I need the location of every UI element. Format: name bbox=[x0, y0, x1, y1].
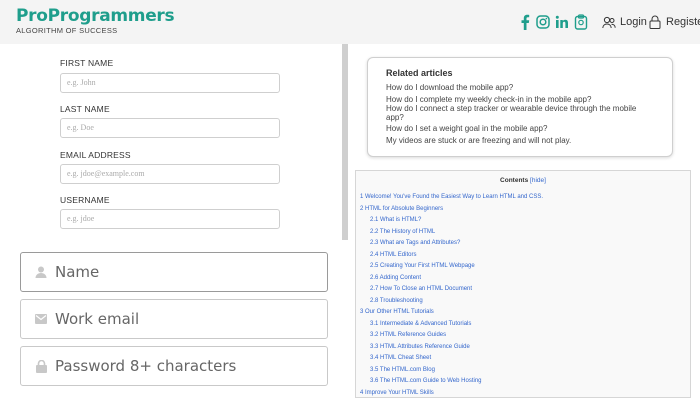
name-placeholder: Name bbox=[55, 263, 100, 281]
toc-item[interactable]: 3 Our Other HTML Tutorials bbox=[360, 307, 686, 319]
toc-header: Contents [hide] bbox=[360, 177, 686, 184]
logo-subtitle: ALGORITHM OF SUCCESS bbox=[16, 26, 118, 35]
related-article-link[interactable]: How do I download the mobile app? bbox=[386, 82, 654, 94]
facebook-icon[interactable] bbox=[516, 13, 534, 31]
email-address-input[interactable]: e.g. jdoe@example.com bbox=[60, 164, 280, 184]
toc-item[interactable]: 3.4 HTML Cheat Sheet bbox=[360, 353, 686, 365]
lock-icon bbox=[35, 359, 47, 373]
toc-item[interactable]: 4 Improve Your HTML Skills bbox=[360, 388, 686, 400]
related-article-link[interactable]: How do I set a weight goal in the mobile… bbox=[386, 123, 654, 135]
related-articles-title: Related articles bbox=[386, 68, 453, 78]
related-article-link[interactable]: How do I connect a step tracker or weara… bbox=[386, 104, 654, 122]
login-label: Login bbox=[620, 16, 647, 28]
site-header: ProProgrammers ALGORITHM OF SUCCESS Logi… bbox=[0, 0, 700, 44]
linkedin-icon[interactable] bbox=[553, 13, 571, 31]
password-placeholder: Password 8+ characters bbox=[55, 357, 237, 375]
name-field[interactable]: Name bbox=[20, 252, 328, 292]
toc-item[interactable]: 2.6 Adding Content bbox=[360, 273, 686, 285]
toc-list: 1 Welcome! You've Found the Easiest Way … bbox=[360, 192, 686, 399]
user-icon bbox=[35, 266, 47, 278]
work-email-placeholder: Work email bbox=[55, 310, 140, 328]
toc-title: Contents bbox=[500, 177, 529, 184]
toc-item[interactable]: 3.6 The HTML.com Guide to Web Hosting bbox=[360, 376, 686, 388]
toc-item[interactable]: 1 Welcome! You've Found the Easiest Way … bbox=[360, 192, 686, 204]
first-name-label: FIRST NAME bbox=[60, 58, 114, 68]
last-name-label: LAST NAME bbox=[60, 104, 110, 114]
login-link[interactable]: Login bbox=[602, 15, 647, 29]
lock-icon bbox=[648, 15, 662, 29]
users-icon bbox=[602, 15, 616, 29]
toc-item[interactable]: 2.3 What are Tags and Attributes? bbox=[360, 238, 686, 250]
toc-item[interactable]: 2.1 What is HTML? bbox=[360, 215, 686, 227]
related-article-link[interactable]: My videos are stuck or are freezing and … bbox=[386, 135, 654, 147]
clipboard-icon[interactable] bbox=[572, 13, 590, 31]
work-email-field[interactable]: Work email bbox=[20, 299, 328, 339]
scrollbar-divider[interactable] bbox=[342, 44, 348, 240]
envelope-icon bbox=[35, 313, 47, 325]
toc-item[interactable]: 2.2 The History of HTML bbox=[360, 227, 686, 239]
toc-item[interactable]: 2 HTML for Absolute Beginners bbox=[360, 204, 686, 216]
password-field[interactable]: Password 8+ characters bbox=[20, 346, 328, 386]
email-address-label: EMAIL ADDRESS bbox=[60, 150, 131, 160]
instagram-icon[interactable] bbox=[534, 13, 552, 31]
toc-item[interactable]: 2.7 How To Close an HTML Document bbox=[360, 284, 686, 296]
toc-item[interactable]: 3.1 Intermediate & Advanced Tutorials bbox=[360, 319, 686, 331]
toc-item[interactable]: 2.8 Troubleshooting bbox=[360, 296, 686, 308]
toc-item[interactable]: 3.5 The HTML.com Blog bbox=[360, 365, 686, 377]
toc-item[interactable]: 3.3 HTML Attributes Reference Guide bbox=[360, 342, 686, 354]
register-label: Register bbox=[666, 16, 700, 28]
logo-title[interactable]: ProProgrammers bbox=[16, 6, 175, 26]
related-articles-card: Related articles How do I download the m… bbox=[367, 57, 673, 157]
username-input[interactable]: e.g. jdoe bbox=[60, 209, 280, 229]
table-of-contents: Contents [hide] 1 Welcome! You've Found … bbox=[355, 170, 691, 398]
first-name-input[interactable]: e.g. John bbox=[60, 73, 280, 93]
toc-item[interactable]: 3.2 HTML Reference Guides bbox=[360, 330, 686, 342]
toc-item[interactable]: 2.4 HTML Editors bbox=[360, 250, 686, 262]
last-name-input[interactable]: e.g. Doe bbox=[60, 118, 280, 138]
register-link[interactable]: Register bbox=[648, 15, 700, 29]
toc-item[interactable]: 2.5 Creating Your First HTML Webpage bbox=[360, 261, 686, 273]
toc-hide-link[interactable]: [hide] bbox=[530, 177, 546, 184]
username-label: USERNAME bbox=[60, 195, 110, 205]
